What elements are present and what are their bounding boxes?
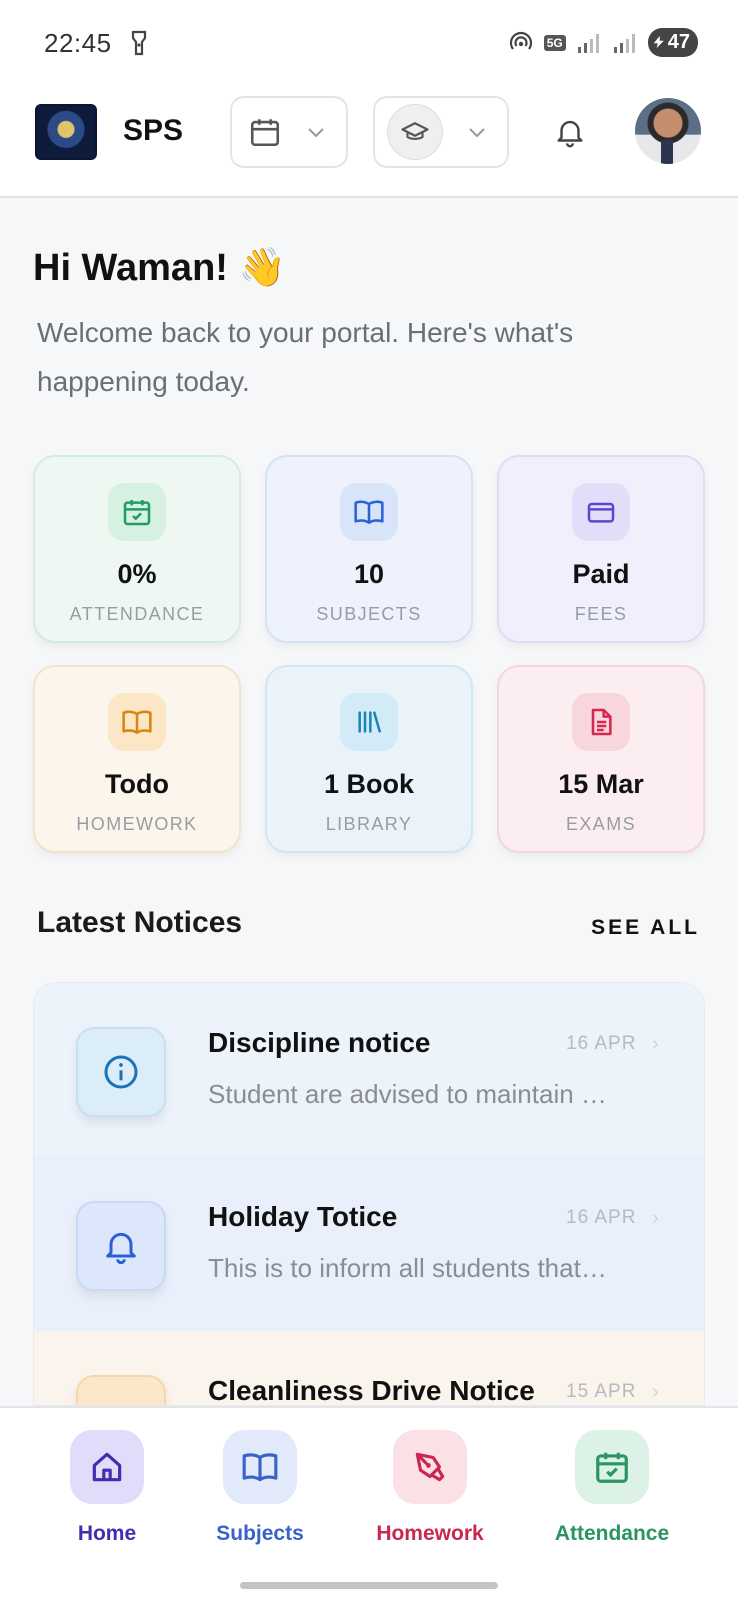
chevron-right-icon: › [652, 1207, 659, 1229]
calendar-icon [250, 119, 280, 147]
stat-value: Paid [572, 559, 630, 589]
hotspot-icon [509, 31, 532, 50]
nav-label: Subjects [216, 1522, 304, 1545]
info-icon [76, 1027, 166, 1117]
stat-label: EXAMS [565, 814, 637, 834]
network-type: 5G [543, 34, 566, 51]
notice-title: Discipline notice [208, 1027, 431, 1058]
see-all-link[interactable]: SEE ALL [591, 916, 700, 940]
school-logo[interactable] [35, 104, 97, 160]
status-icons: 5G 47 [508, 28, 698, 57]
stat-value: 15 Mar [558, 769, 644, 799]
notice-title: Cleanliness Drive Notice [208, 1375, 535, 1406]
chevron-right-icon: › [652, 1381, 659, 1403]
app-name: SPS [123, 114, 184, 147]
notifications-button[interactable] [550, 112, 590, 152]
bottom-navigation: Home Subjects Homework Attendance [0, 1406, 738, 1600]
library-icon [340, 693, 398, 751]
stat-value: Todo [105, 769, 169, 799]
bell-icon [76, 1201, 166, 1291]
stat-label: FEES [574, 604, 628, 624]
stat-label: LIBRARY [325, 814, 413, 834]
stat-card-homework[interactable]: Todo HOMEWORK [33, 665, 241, 853]
chevron-down-icon [469, 128, 485, 138]
document-icon [572, 693, 630, 751]
app-header: SPS [0, 82, 738, 198]
book-icon [223, 1430, 297, 1504]
notice-item[interactable]: Cleanliness Drive Notice 15 APR › [34, 1331, 704, 1406]
graduation-cap-icon [387, 104, 443, 160]
nav-attendance[interactable]: Attendance [542, 1430, 682, 1546]
bell-icon [557, 120, 583, 148]
nav-subjects[interactable]: Subjects [190, 1430, 330, 1546]
notice-item[interactable]: Holiday Totice This is to inform all stu… [34, 1157, 704, 1331]
stat-card-fees[interactable]: Paid FEES [497, 455, 705, 643]
credit-card-icon [572, 483, 630, 541]
pen-icon [393, 1430, 467, 1504]
notice-description: This is to inform all students that… [208, 1253, 607, 1283]
session-selector[interactable] [230, 96, 348, 168]
stats-grid: 0% ATTENDANCE 10 SUBJECTS Paid FEES Todo… [33, 455, 705, 853]
profile-avatar[interactable] [635, 98, 701, 164]
stat-value: 1 Book [323, 769, 415, 799]
stat-card-library[interactable]: 1 Book LIBRARY [265, 665, 473, 853]
megaphone-icon [76, 1375, 166, 1405]
signal-icon [613, 33, 635, 53]
notice-date: 15 APR [566, 1381, 637, 1402]
book-icon [340, 483, 398, 541]
stat-label: ATTENDANCE [69, 604, 205, 624]
battery-indicator: 47 [647, 28, 698, 57]
notice-date: 16 APR [566, 1033, 637, 1054]
stat-card-subjects[interactable]: 10 SUBJECTS [265, 455, 473, 643]
nav-label: Home [77, 1522, 137, 1545]
stat-card-attendance[interactable]: 0% ATTENDANCE [33, 455, 241, 643]
stat-value: 0% [117, 559, 157, 589]
flashlight-icon [131, 30, 147, 56]
nav-home[interactable]: Home [37, 1430, 177, 1546]
nav-label: Homework [376, 1522, 484, 1545]
notice-item[interactable]: Discipline notice Student are advised to… [34, 983, 704, 1157]
notices-list: Discipline notice Student are advised to… [33, 982, 705, 1406]
notice-date: 16 APR [566, 1207, 637, 1228]
stat-label: SUBJECTS [316, 604, 422, 624]
stat-label: HOMEWORK [76, 814, 198, 834]
calendar-check-icon [108, 483, 166, 541]
status-time: 22:45 [44, 28, 112, 58]
chevron-down-icon [308, 128, 324, 138]
book-open-icon [108, 693, 166, 751]
class-selector[interactable] [373, 96, 509, 168]
notice-title: Holiday Totice [208, 1201, 398, 1232]
nav-homework[interactable]: Homework [360, 1430, 500, 1546]
chevron-right-icon: › [652, 1033, 659, 1055]
home-icon [70, 1430, 144, 1504]
notices-title: Latest Notices [37, 906, 243, 939]
signal-icon [577, 33, 599, 53]
gesture-bar[interactable] [240, 1582, 498, 1589]
nav-label: Attendance [554, 1522, 670, 1545]
greeting-title: Hi Waman! 👋 [33, 247, 286, 289]
stat-value: 10 [353, 559, 385, 589]
greeting-subtitle: Welcome back to your portal. Here's what… [37, 317, 574, 397]
status-bar: 22:45 5G 47 [0, 0, 738, 82]
calendar-check-icon [575, 1430, 649, 1504]
notice-description: Student are advised to maintain discipli… [208, 1079, 608, 1109]
stat-card-exams[interactable]: 15 Mar EXAMS [497, 665, 705, 853]
